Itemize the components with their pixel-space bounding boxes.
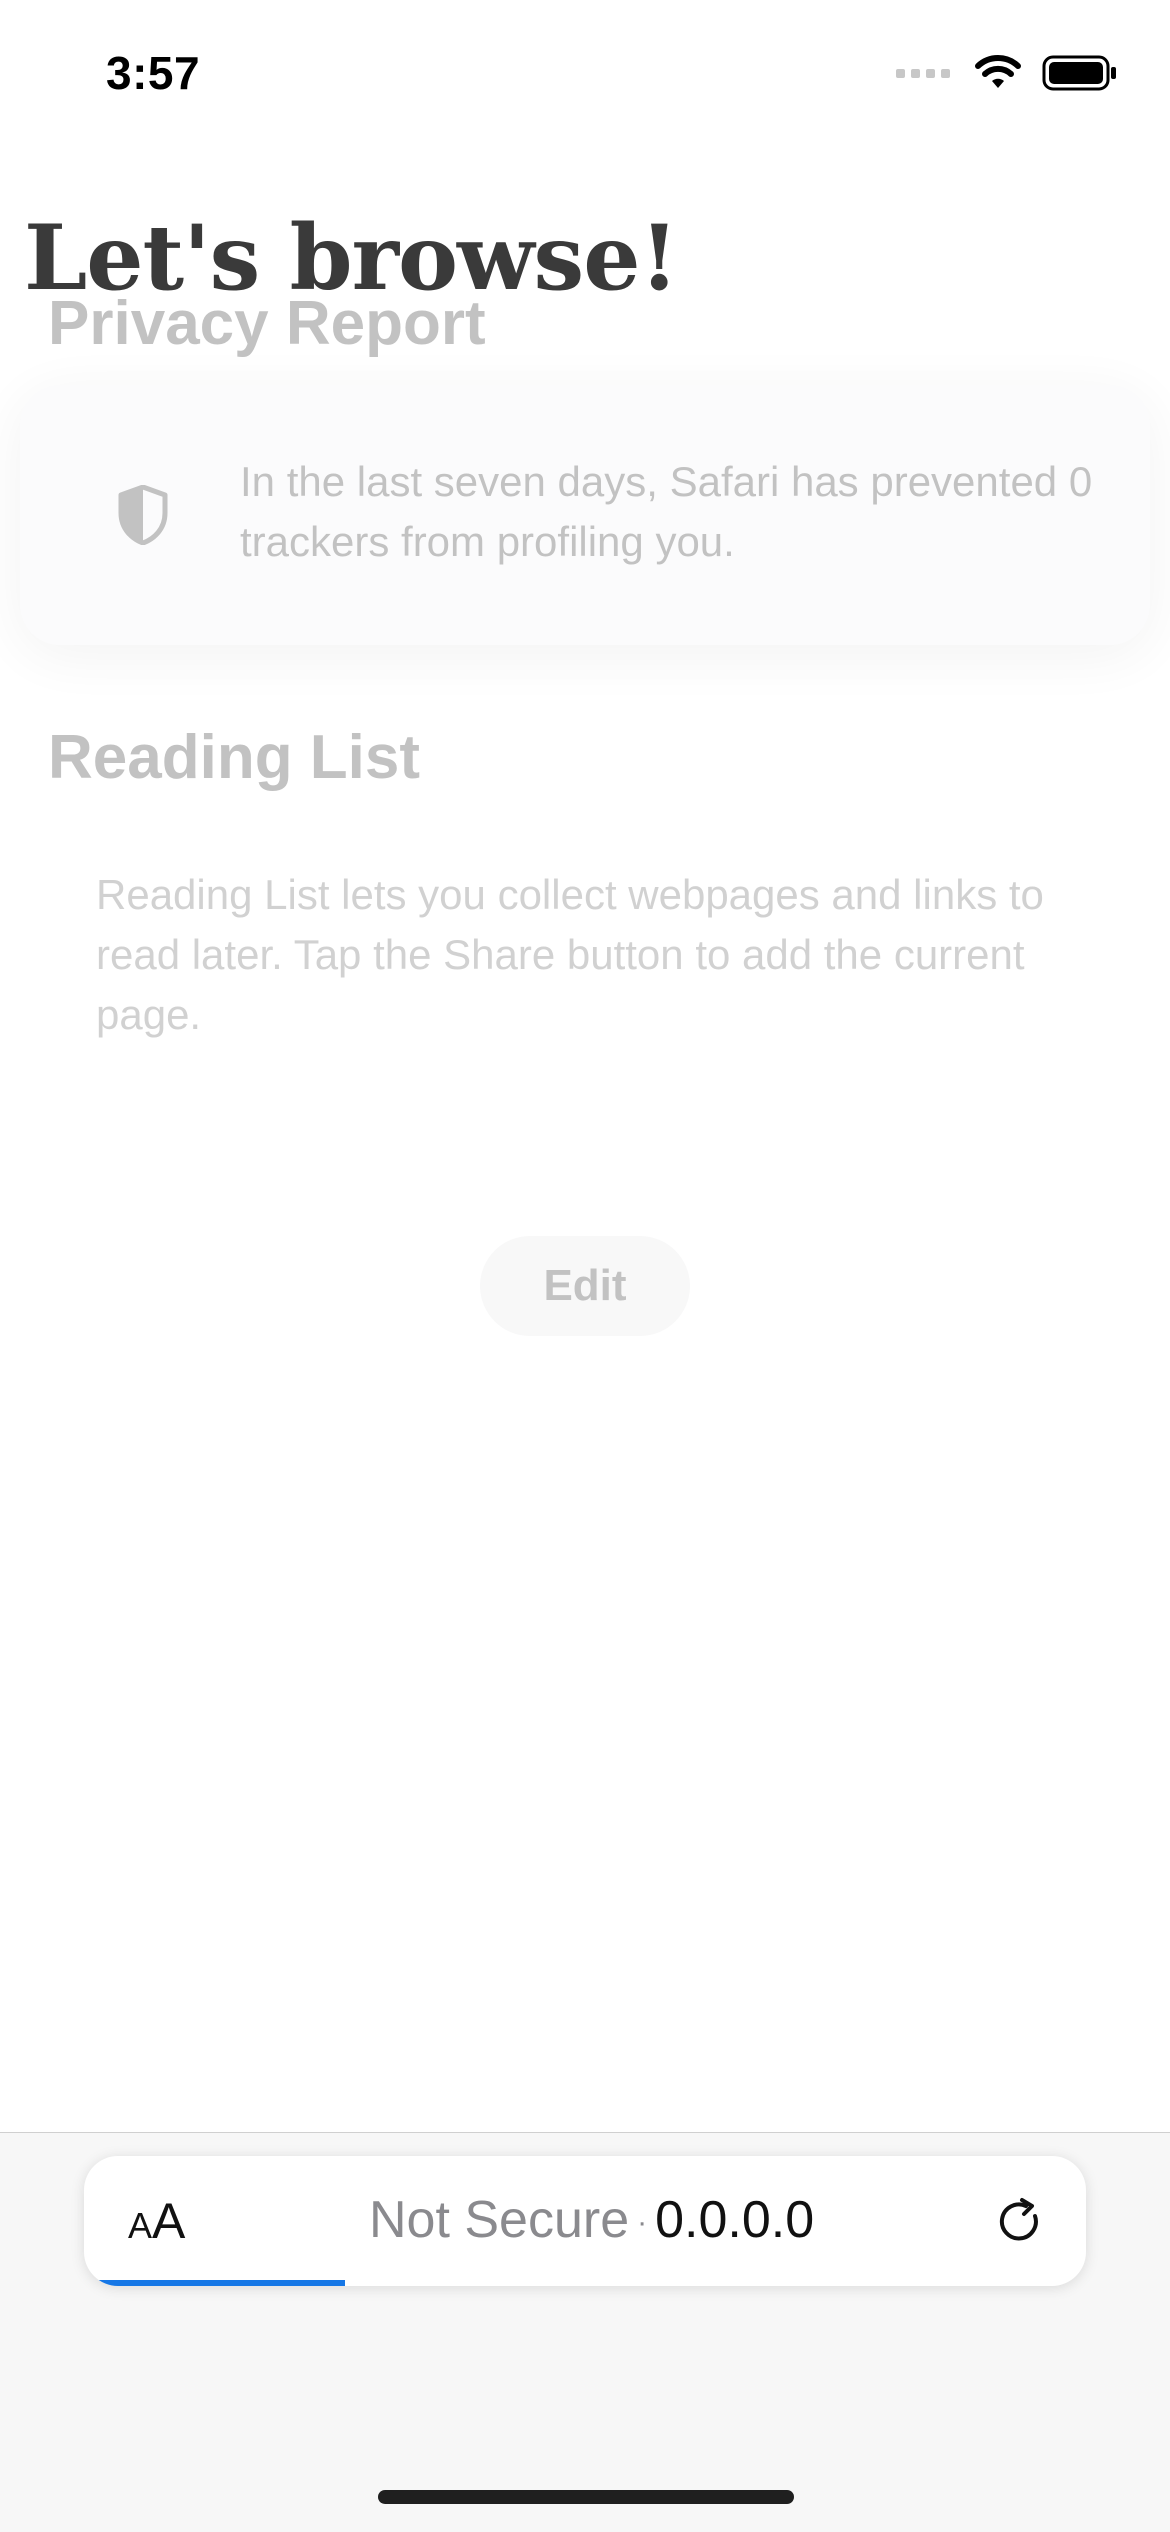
shield-icon	[118, 485, 168, 545]
text-size-button[interactable]: AA	[128, 2192, 185, 2250]
edit-button[interactable]: Edit	[480, 1236, 690, 1336]
battery-icon	[1042, 55, 1116, 91]
page-heading: Let's browse!	[24, 205, 679, 311]
url-text: 0.0.0.0	[655, 2191, 815, 2249]
privacy-report-text: In the last seven days, Safari has preve…	[240, 458, 1093, 565]
security-label: Not Secure	[369, 2191, 630, 2249]
address-bar[interactable]: AA Not Secure · 0.0.0.0	[84, 2156, 1086, 2286]
url-field[interactable]: Not Secure · 0.0.0.0	[369, 2190, 814, 2250]
cellular-signal-icon	[896, 68, 950, 78]
page-load-progress	[84, 2280, 345, 2286]
url-separator: ·	[637, 2206, 648, 2240]
reading-list-text: Reading List lets you collect webpages a…	[96, 871, 1044, 1038]
home-indicator[interactable]	[378, 2490, 794, 2504]
reload-icon[interactable]	[992, 2194, 1048, 2250]
status-icons	[896, 54, 1118, 92]
reading-list-title: Reading List	[48, 723, 421, 792]
wifi-icon	[975, 55, 1021, 88]
status-time: 3:57	[106, 47, 201, 99]
